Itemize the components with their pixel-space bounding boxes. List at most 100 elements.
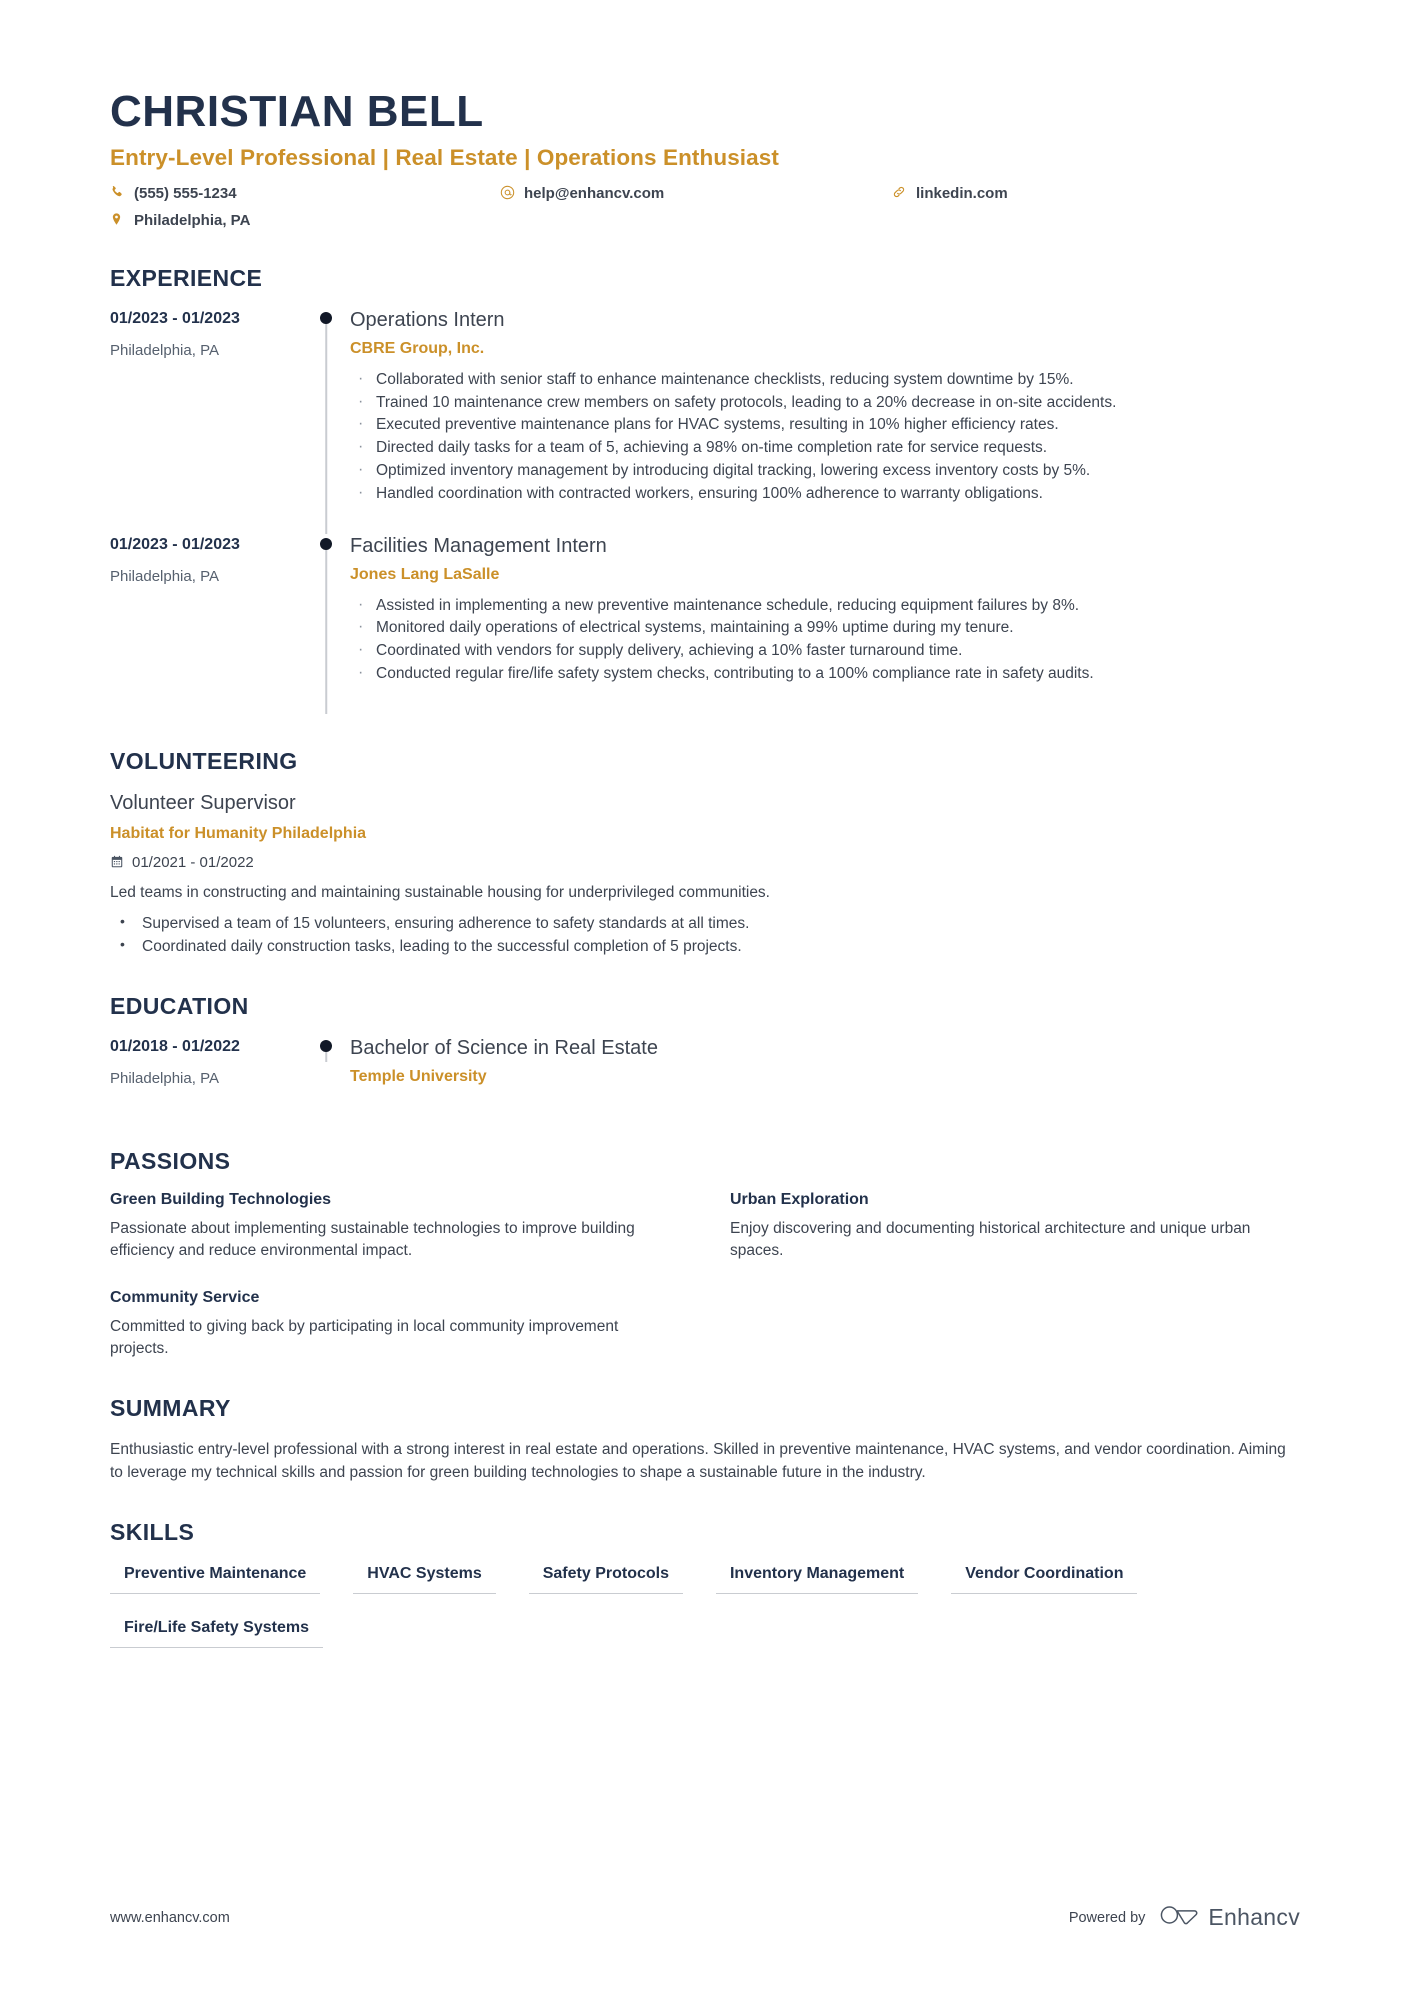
powered-by-block: Powered by Enhancv <box>1069 1902 1300 1933</box>
list-item: Optimized inventory management by introd… <box>350 458 1300 483</box>
timeline-rail <box>306 1036 346 1114</box>
skills-section: SKILLS Preventive Maintenance HVAC Syste… <box>110 1519 1300 1670</box>
calendar-icon <box>110 855 124 869</box>
education-school: Temple University <box>350 1067 487 1085</box>
experience-title: EXPERIENCE <box>110 264 263 291</box>
skill-chip: Preventive Maintenance <box>110 1562 321 1594</box>
timeline-rail <box>306 308 346 534</box>
experience-entry-date: 01/2023 - 01/2023 <box>110 535 240 553</box>
candidate-name: CHRISTIAN BELL <box>110 87 484 136</box>
passion-description: Committed to giving back by participatin… <box>110 1317 619 1358</box>
education-section: EDUCATION 01/2018 - 01/2022 Philadelphia… <box>110 993 1300 1114</box>
timeline-dot-icon <box>320 1039 332 1052</box>
contact-location-value: Philadelphia, PA <box>134 212 251 230</box>
education-entry: 01/2018 - 01/2022 Philadelphia, PA Bache… <box>110 1036 1300 1114</box>
list-item: Directed daily tasks for a team of 5, ac… <box>350 435 1300 460</box>
volunteering-date: 01/2021 - 01/2022 <box>132 853 254 871</box>
phone-icon <box>110 185 126 199</box>
passion-name: Community Service <box>110 1288 260 1306</box>
list-item: Monitored daily operations of electrical… <box>350 615 1300 640</box>
volunteering-role: Volunteer Supervisor <box>110 791 296 814</box>
list-item: Handled coordination with contracted wor… <box>350 481 1300 506</box>
experience-entry-meta: 01/2023 - 01/2023 Philadelphia, PA <box>110 308 306 534</box>
contact-phone-value: (555) 555-1234 <box>134 185 237 203</box>
experience-entry-company: Jones Lang LaSalle <box>350 565 500 583</box>
education-title: EDUCATION <box>110 992 249 1019</box>
passions-section: PASSIONS Green Building Technologies Pas… <box>110 1148 1300 1361</box>
list-item: Coordinated daily construction tasks, le… <box>110 934 1300 958</box>
enhancv-logo-icon <box>1159 1902 1199 1933</box>
skill-chip: Safety Protocols <box>528 1562 683 1594</box>
passions-title: PASSIONS <box>110 1147 231 1174</box>
experience-entry: 01/2023 - 01/2023 Philadelphia, PA Opera… <box>110 308 1300 534</box>
experience-entry-location: Philadelphia, PA <box>110 567 219 585</box>
timeline-line <box>325 543 327 714</box>
contact-linkedin-value: linkedin.com <box>916 185 1008 203</box>
footer-url[interactable]: www.enhancv.com <box>110 1910 230 1926</box>
contact-email[interactable]: help@enhancv.com <box>500 185 892 204</box>
timeline-dot-icon <box>320 311 332 324</box>
education-degree: Bachelor of Science in Real Estate <box>350 1036 658 1059</box>
resume-page: CHRISTIAN BELL Entry-Level Professional … <box>0 0 1410 1995</box>
candidate-headline: Entry-Level Professional | Real Estate |… <box>110 145 779 171</box>
volunteering-date-row: 01/2021 - 01/2022 <box>110 854 1300 871</box>
volunteering-bullets: Supervised a team of 15 volunteers, ensu… <box>110 911 1300 959</box>
summary-title: SUMMARY <box>110 1394 231 1421</box>
passion-name: Green Building Technologies <box>110 1190 332 1208</box>
passion-description: Enjoy discovering and documenting histor… <box>730 1219 1251 1260</box>
enhancv-brand-name: Enhancv <box>1208 1904 1300 1930</box>
resume-header: CHRISTIAN BELL Entry-Level Professional … <box>110 0 1300 231</box>
experience-entry-location: Philadelphia, PA <box>110 341 219 359</box>
experience-entry: 01/2023 - 01/2023 Philadelphia, PA Facil… <box>110 534 1300 714</box>
timeline-rail <box>306 534 346 714</box>
list-item: Supervised a team of 15 volunteers, ensu… <box>110 911 1300 935</box>
email-icon <box>500 185 516 200</box>
skills-list: Preventive Maintenance HVAC Systems Safe… <box>110 1562 1300 1670</box>
education-entry-location: Philadelphia, PA <box>110 1069 219 1087</box>
contact-location: Philadelphia, PA <box>110 212 500 231</box>
volunteering-organization: Habitat for Humanity Philadelphia <box>110 824 367 842</box>
summary-text: Enthusiastic entry-level professional wi… <box>110 1440 1286 1482</box>
link-icon <box>892 185 908 199</box>
contact-email-value: help@enhancv.com <box>524 185 665 203</box>
volunteering-title: VOLUNTEERING <box>110 747 298 774</box>
experience-entry-body: Facilities Management Intern Jones Lang … <box>346 534 1300 714</box>
list-item: Executed preventive maintenance plans fo… <box>350 412 1300 437</box>
passion-name: Urban Exploration <box>730 1190 869 1208</box>
experience-entry-meta: 01/2023 - 01/2023 Philadelphia, PA <box>110 534 306 714</box>
passion-item: Urban Exploration Enjoy discovering and … <box>730 1191 1300 1263</box>
skill-chip: Vendor Coordination <box>951 1562 1138 1594</box>
list-item: Conducted regular fire/life safety syste… <box>350 661 1300 686</box>
skill-chip: HVAC Systems <box>353 1562 496 1594</box>
experience-entry-date: 01/2023 - 01/2023 <box>110 309 240 327</box>
page-footer: www.enhancv.com Powered by Enhancv <box>110 1902 1300 1933</box>
experience-entry-bullets: Collaborated with senior staff to enhanc… <box>350 367 1300 506</box>
powered-by-label: Powered by <box>1068 1909 1146 1926</box>
contact-linkedin[interactable]: linkedin.com <box>892 185 1055 204</box>
skill-chip: Inventory Management <box>715 1562 919 1594</box>
experience-section: EXPERIENCE 01/2023 - 01/2023 Philadelphi… <box>110 265 1300 714</box>
timeline-dot-icon <box>320 537 332 550</box>
timeline-line <box>325 317 327 534</box>
education-entry-body: Bachelor of Science in Real Estate Templ… <box>346 1036 1300 1114</box>
volunteering-section: VOLUNTEERING Volunteer Supervisor Habita… <box>110 748 1300 959</box>
list-item: Collaborated with senior staff to enhanc… <box>350 367 1300 392</box>
volunteering-description: Led teams in constructing and maintainin… <box>110 883 770 901</box>
passion-item: Green Building Technologies Passionate a… <box>110 1191 720 1263</box>
contact-phone[interactable]: (555) 555-1234 <box>110 185 500 204</box>
list-item: Trained 10 maintenance crew members on s… <box>350 390 1300 415</box>
enhancv-brand: Enhancv <box>1159 1902 1300 1933</box>
passion-item: Community Service Committed to giving ba… <box>110 1289 720 1361</box>
skill-chip: Fire/Life Safety Systems <box>110 1616 323 1648</box>
experience-entry-role: Facilities Management Intern <box>350 534 607 557</box>
skills-title: SKILLS <box>110 1518 195 1545</box>
list-item: Coordinated with vendors for supply deli… <box>350 638 1300 663</box>
education-entry-date: 01/2018 - 01/2022 <box>110 1037 240 1055</box>
experience-entry-body: Operations Intern CBRE Group, Inc. Colla… <box>346 308 1300 534</box>
summary-section: SUMMARY Enthusiastic entry-level profess… <box>110 1395 1300 1485</box>
experience-entry-bullets: Assisted in implementing a new preventiv… <box>350 593 1300 686</box>
list-item: Assisted in implementing a new preventiv… <box>350 593 1300 618</box>
experience-entry-role: Operations Intern <box>350 308 505 331</box>
contact-info: (555) 555-1234 help@enhancv.com linkedin… <box>110 185 1055 231</box>
passion-description: Passionate about implementing sustainabl… <box>110 1219 635 1260</box>
